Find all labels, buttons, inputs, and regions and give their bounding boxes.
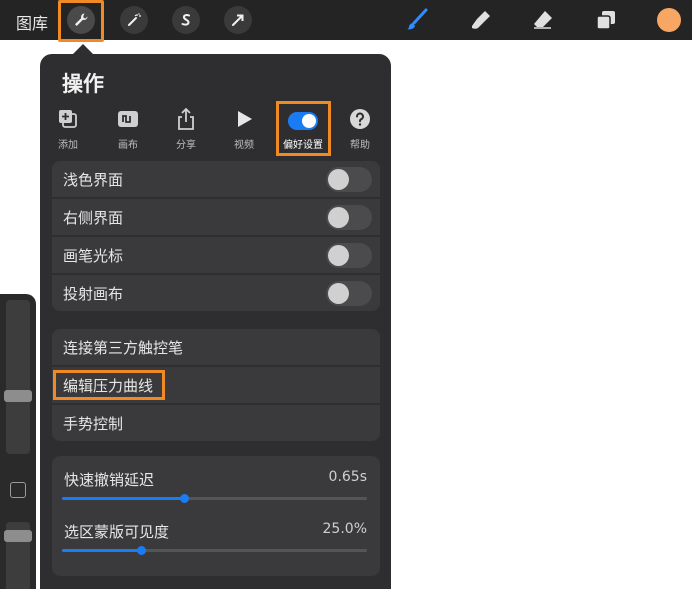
modify-button[interactable]	[10, 482, 26, 498]
tab-add[interactable]: 添加	[44, 104, 92, 151]
row-connect-stylus[interactable]: 连接第三方触控笔	[52, 329, 380, 365]
popover-title: 操作	[62, 72, 104, 96]
magic-wand-icon[interactable]	[120, 6, 148, 34]
quick-undo-delay-label: 快速撤销延迟	[64, 471, 155, 489]
selection-mask-visibility-label: 选区蒙版可见度	[64, 523, 170, 541]
popover-arrow	[73, 44, 93, 54]
opacity-thumb[interactable]	[4, 530, 32, 542]
smudge-icon[interactable]	[468, 7, 494, 33]
row-right-hand-interface[interactable]: 右侧界面	[52, 199, 380, 235]
project-canvas-switch[interactable]	[326, 281, 372, 306]
share-icon	[162, 104, 210, 130]
brush-size-thumb[interactable]	[4, 390, 32, 402]
arrow-icon[interactable]	[224, 6, 252, 34]
highlight-preferences-tab	[276, 101, 331, 156]
row-project-canvas[interactable]: 投射画布	[52, 275, 380, 311]
gallery-button[interactable]: 图库	[16, 10, 48, 34]
brush-cursor-switch[interactable]	[326, 243, 372, 268]
brush-icon[interactable]	[404, 7, 430, 33]
selection-mask-visibility-slider[interactable]	[62, 546, 367, 555]
add-icon	[44, 104, 92, 130]
right-hand-interface-switch[interactable]	[326, 205, 372, 230]
highlight-wrench	[58, 0, 104, 42]
tab-help[interactable]: 帮助	[336, 104, 384, 151]
row-brush-cursor[interactable]: 画笔光标	[52, 237, 380, 273]
row-light-interface[interactable]: 浅色界面	[52, 161, 380, 197]
selection-mask-visibility-fill	[62, 549, 142, 552]
tab-share[interactable]: 分享	[162, 104, 210, 151]
left-sidebar	[0, 294, 36, 589]
quick-undo-delay-fill	[62, 497, 184, 500]
layers-icon[interactable]	[593, 7, 619, 33]
quick-undo-delay-value: 0.65s	[328, 469, 367, 485]
color-picker-button[interactable]	[657, 8, 681, 32]
tab-video[interactable]: 视频	[220, 104, 268, 151]
video-icon	[220, 104, 268, 130]
highlight-pressure-curve	[53, 370, 165, 400]
quick-undo-delay-knob[interactable]	[180, 494, 189, 503]
row-gesture-controls[interactable]: 手势控制	[52, 405, 380, 441]
selection-s-icon[interactable]	[172, 6, 200, 34]
eraser-icon[interactable]	[530, 7, 556, 33]
canvas-icon	[104, 104, 152, 130]
quick-undo-delay-slider[interactable]	[62, 494, 367, 503]
help-icon	[336, 104, 384, 130]
selection-mask-visibility-value: 25.0%	[322, 521, 367, 537]
brush-size-slider[interactable]	[6, 300, 30, 454]
light-interface-switch[interactable]	[326, 167, 372, 192]
tab-canvas[interactable]: 画布	[104, 104, 152, 151]
